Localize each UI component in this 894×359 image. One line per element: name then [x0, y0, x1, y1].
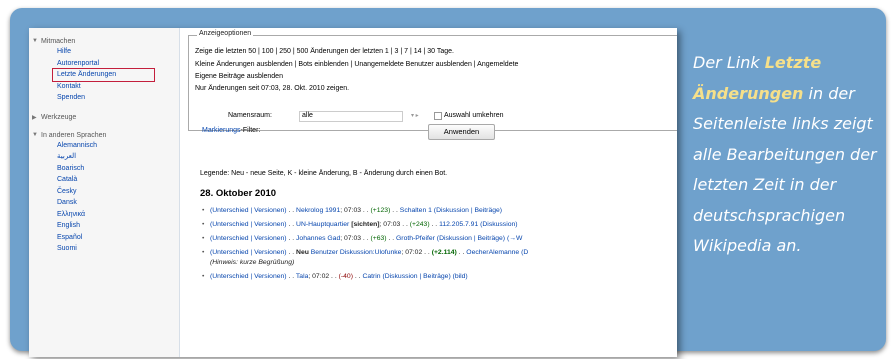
legend-line: Legende: Neu - neue Seite, K - kleine Än… [200, 170, 448, 177]
namespace-select[interactable]: alle [299, 111, 403, 122]
select-arrows-icon: ▾ ▸ [411, 113, 419, 119]
list-item: (Unterschied | Versionen) . . Tala; 07:0… [202, 270, 677, 284]
date-heading: 28. Oktober 2010 [200, 188, 277, 199]
invert-label: Auswahl umkehren [444, 112, 504, 119]
page-title-link[interactable]: Johannes Gad [296, 235, 340, 242]
tag-filter-link[interactable]: Markierungs [202, 127, 241, 134]
new-page-badge: Neu [296, 249, 309, 256]
collapse-triangle-icon: ▼ [32, 131, 38, 138]
sidebar-item-language[interactable]: English [29, 220, 179, 232]
sidebar-item-language[interactable]: Boarisch [29, 163, 179, 175]
user-link[interactable]: Catrin (Diskussion | Beiträge) (bild) [362, 273, 467, 280]
sidebar-item-language[interactable]: Alemannisch [29, 140, 179, 152]
apply-button[interactable]: Anwenden [428, 124, 495, 140]
options-since-line[interactable]: Nur Änderungen seit 07:03, 28. Okt. 2010… [195, 85, 349, 92]
sidebar-item-kontakt[interactable]: Kontakt [29, 81, 179, 93]
list-item: (Unterschied | Versionen) . . Nekrolog 1… [202, 204, 677, 218]
options-limit-line[interactable]: Zeige die letzten 50 | 100 | 250 | 500 Ä… [195, 48, 454, 55]
sidebar-section-werkzeuge[interactable]: ▶ Werkzeuge [29, 111, 179, 122]
tip-card: ▼ Mitmachen Hilfe Autorenportal Letzte Än… [10, 8, 886, 357]
sidebar-item-language[interactable]: العربية [29, 151, 179, 163]
sidebar-item-hilfe[interactable]: Hilfe [29, 46, 179, 58]
sidebar-item-language[interactable]: Česky [29, 186, 179, 198]
size-delta: (+243) [409, 221, 430, 228]
sidebar-item-autorenportal[interactable]: Autorenportal [29, 58, 179, 70]
diff-links[interactable]: (Unterschied | Versionen) [210, 273, 287, 280]
diff-links[interactable]: (Unterschied | Versionen) [210, 249, 287, 256]
diff-links[interactable]: (Unterschied | Versionen) [210, 221, 287, 228]
user-link[interactable]: Schalten 1 (Diskussion | Beiträge) [400, 207, 502, 214]
tag-filter-label: -Filter: [240, 127, 261, 134]
namespace-label: Namensraum: [228, 112, 272, 119]
diff-links[interactable]: (Unterschied | Versionen) [210, 207, 287, 214]
edit-summary: (Hinweis: kurze Begrüßung) [210, 259, 295, 266]
user-link[interactable]: Groth-Pfeifer (Diskussion | Beiträge) (→… [396, 235, 522, 242]
review-flag[interactable]: [sichten] [351, 221, 379, 228]
expand-triangle-icon: ▶ [32, 114, 37, 121]
list-item: (Unterschied | Versionen) . . Johannes G… [202, 232, 677, 246]
invert-checkbox[interactable] [434, 112, 442, 120]
options-legend: Anzeigeoptionen [197, 30, 254, 37]
sidebar-item-language[interactable]: Ελληνικά [29, 209, 179, 221]
page-title-link[interactable]: Benutzer Diskussion:Ulofunke [311, 249, 402, 256]
sidebar-section-mitmachen[interactable]: ▼ Mitmachen [29, 35, 179, 46]
options-own-edits-line[interactable]: Eigene Beiträge ausblenden [195, 73, 283, 80]
sidebar-item-letzte-aenderungen[interactable]: Letzte Änderungen [52, 68, 155, 82]
wikipedia-screenshot: ▼ Mitmachen Hilfe Autorenportal Letzte Än… [29, 28, 677, 357]
size-delta: (+63) [370, 235, 387, 242]
namespace-row: Namensraum: alle ▾ ▸ Auswahl umkehren [228, 111, 504, 122]
list-item: (Unterschied | Versionen) . . UN-Hauptqu… [202, 218, 677, 232]
sidebar-item-language[interactable]: Suomi [29, 243, 179, 255]
page-title-link[interactable]: UN-Hauptquartier [296, 221, 349, 228]
page-title-link[interactable]: Tala [296, 273, 308, 280]
size-delta: (+2.114) [431, 249, 457, 256]
sidebar-item-language[interactable]: Español [29, 232, 179, 244]
size-delta: (+123) [370, 207, 391, 214]
diff-links[interactable]: (Unterschied | Versionen) [210, 235, 287, 242]
page-title-link[interactable]: Nekrolog 1991 [296, 207, 340, 214]
sidebar-item-spenden[interactable]: Spenden [29, 92, 179, 104]
tag-filter-row: Markierungs-Filter: [202, 127, 260, 134]
list-item: (Unterschied | Versionen) . . Neu Benutz… [202, 246, 677, 270]
options-toggle-line[interactable]: Kleine Änderungen ausblenden | Bots einb… [195, 61, 518, 68]
sidebar-item-language[interactable]: Català [29, 174, 179, 186]
user-link[interactable]: OecherAlemanne (D [466, 249, 528, 256]
sidebar: ▼ Mitmachen Hilfe Autorenportal Letzte Än… [29, 28, 180, 357]
main-content: Anzeigeoptionen Zeige die letzten 50 | 1… [180, 28, 677, 357]
changes-list: (Unterschied | Versionen) . . Nekrolog 1… [202, 204, 677, 284]
collapse-triangle-icon: ▼ [32, 38, 38, 44]
user-link[interactable]: 112.205.7.91 (Diskussion) [439, 221, 517, 228]
sidebar-section-sprachen[interactable]: ▼ In anderen Sprachen [29, 129, 179, 140]
sidebar-item-language[interactable]: Dansk [29, 197, 179, 209]
tip-caption: Der Link Letzte Änderungen in der Seiten… [693, 53, 877, 255]
size-delta: (-40) [338, 273, 353, 280]
